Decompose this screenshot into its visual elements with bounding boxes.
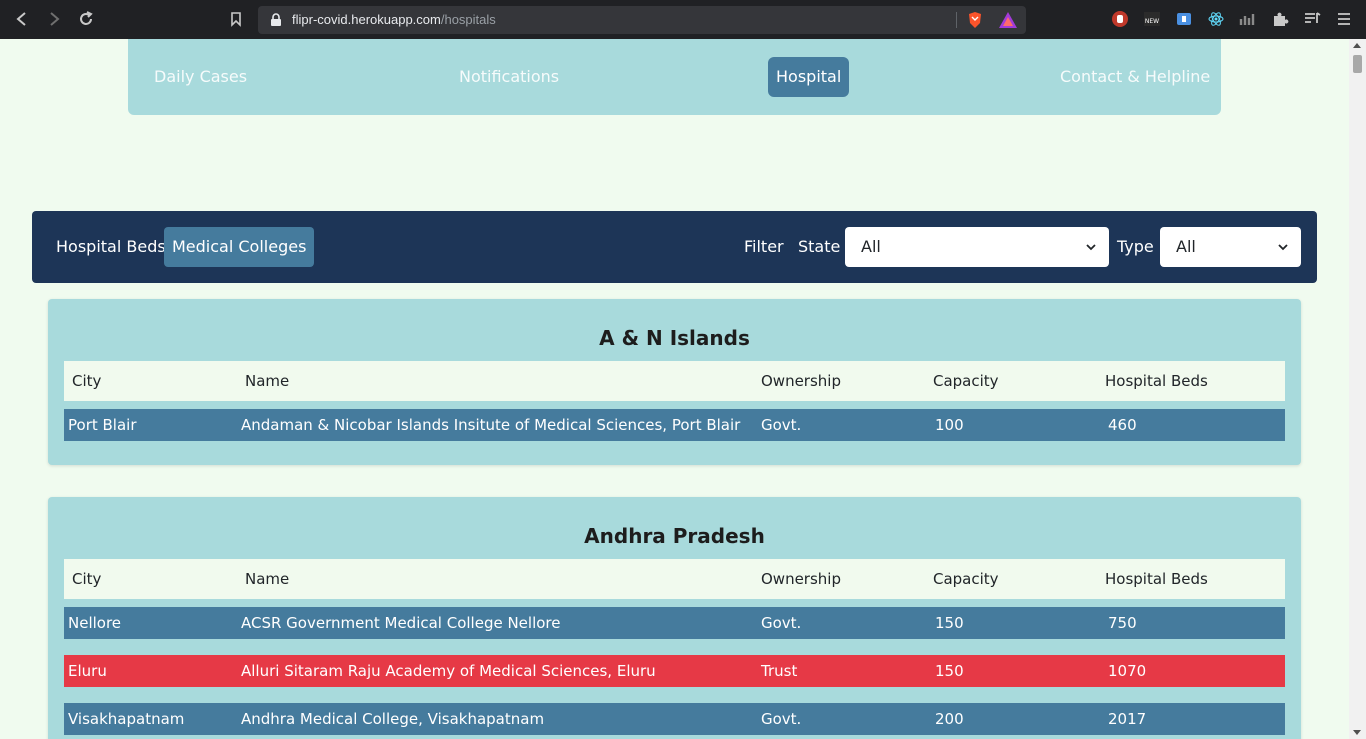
scroll-up-arrow-icon[interactable] — [1353, 43, 1361, 48]
header-beds: Hospital Beds — [1105, 372, 1208, 390]
url-separator — [956, 12, 957, 28]
cell-city: Port Blair — [68, 416, 137, 434]
extensions-puzzle-icon[interactable] — [1271, 10, 1289, 28]
bookmark-icon[interactable] — [225, 8, 247, 30]
cell-beds: 2017 — [1108, 710, 1147, 728]
cell-ownership: Govt. — [761, 614, 802, 632]
cell-capacity: 200 — [935, 710, 964, 728]
header-capacity: Capacity — [933, 570, 999, 588]
header-beds: Hospital Beds — [1105, 570, 1208, 588]
cell-name: Andhra Medical College, Visakhapatnam — [241, 710, 545, 728]
cell-beds: 750 — [1108, 614, 1137, 632]
toggle-hospital-beds[interactable]: Hospital Beds — [48, 227, 174, 267]
brave-rewards-icon[interactable] — [998, 11, 1018, 29]
header-city: City — [72, 372, 102, 390]
cell-ownership: Trust — [761, 662, 798, 680]
table-row: Port Blair Andaman & Nicobar Islands Ins… — [64, 409, 1285, 441]
cell-name: Alluri Sitaram Raju Academy of Medical S… — [241, 662, 656, 680]
cell-city: Visakhapatnam — [68, 710, 185, 728]
state-title: A & N Islands — [599, 326, 750, 350]
svg-text:NEW: NEW — [1145, 18, 1159, 25]
nav-daily-cases[interactable]: Daily Cases — [146, 57, 255, 97]
react-devtools-icon[interactable] — [1207, 10, 1225, 28]
cell-city: Nellore — [68, 614, 122, 632]
toggle-medical-colleges[interactable]: Medical Colleges — [164, 227, 315, 267]
scroll-thumb[interactable] — [1353, 55, 1362, 73]
address-bar[interactable]: flipr-covid.herokuapp.com/hospitals — [258, 6, 1026, 34]
state-select-value: All — [861, 237, 881, 256]
header-city: City — [72, 570, 102, 588]
url-text: flipr-covid.herokuapp.com/hospitals — [292, 6, 496, 34]
chevron-down-icon — [1086, 244, 1096, 251]
state-card: Andhra Pradesh City Name Ownership Capac… — [48, 497, 1301, 739]
nav-contact-helpline[interactable]: Contact & Helpline — [1052, 57, 1218, 97]
nav-notifications[interactable]: Notifications — [451, 57, 567, 97]
table-header-row: City Name Ownership Capacity Hospital Be… — [64, 361, 1285, 401]
type-label: Type — [1117, 237, 1154, 256]
url-host: flipr-covid.herokuapp.com — [292, 12, 441, 27]
lock-icon — [271, 13, 281, 26]
site-nav: Daily Cases Notifications Hospital Conta… — [128, 39, 1221, 115]
state-title: Andhra Pradesh — [584, 524, 765, 548]
ublock-extension-icon[interactable] — [1111, 10, 1129, 28]
chevron-down-icon — [1278, 244, 1288, 251]
cell-beds: 460 — [1108, 416, 1137, 434]
nav-hospital[interactable]: Hospital — [768, 57, 850, 97]
cell-beds: 1070 — [1108, 662, 1147, 680]
dictionary-extension-icon[interactable] — [1175, 10, 1193, 28]
cell-ownership: Govt. — [761, 710, 802, 728]
cell-capacity: 150 — [935, 662, 964, 680]
back-icon[interactable] — [11, 8, 33, 30]
cell-city: Eluru — [68, 662, 107, 680]
cell-ownership: Govt. — [761, 416, 802, 434]
new-extension-icon[interactable]: NEW — [1143, 10, 1161, 28]
header-ownership: Ownership — [761, 570, 841, 588]
header-name: Name — [245, 372, 290, 390]
cell-name: ACSR Government Medical College Nellore — [241, 614, 561, 632]
type-select[interactable]: All — [1160, 227, 1301, 267]
state-select[interactable]: All — [845, 227, 1109, 267]
url-path: /hospitals — [440, 12, 496, 27]
table-row: Eluru Alluri Sitaram Raju Academy of Med… — [64, 655, 1285, 687]
browser-toolbar: flipr-covid.herokuapp.com/hospitals NEW — [0, 0, 1366, 39]
scroll-down-arrow-icon[interactable] — [1353, 730, 1361, 735]
table-row: Visakhapatnam Andhra Medical College, Vi… — [64, 703, 1285, 735]
reload-icon[interactable] — [75, 8, 97, 30]
type-select-value: All — [1176, 237, 1196, 256]
brave-shields-icon[interactable] — [966, 11, 984, 29]
cell-name: Andaman & Nicobar Islands Insitute of Me… — [241, 416, 741, 434]
filter-bar: Hospital Beds Medical Colleges Filter St… — [32, 211, 1317, 283]
state-card: A & N Islands City Name Ownership Capaci… — [48, 299, 1301, 465]
header-name: Name — [245, 570, 290, 588]
filter-label: Filter — [744, 237, 784, 256]
forward-icon[interactable] — [43, 8, 65, 30]
page-scrollbar[interactable] — [1349, 39, 1366, 739]
table-row: Nellore ACSR Government Medical College … — [64, 607, 1285, 639]
table-header-row: City Name Ownership Capacity Hospital Be… — [64, 559, 1285, 599]
header-capacity: Capacity — [933, 372, 999, 390]
reading-list-icon[interactable] — [1303, 10, 1321, 28]
state-label: State — [798, 237, 841, 256]
cell-capacity: 100 — [935, 416, 964, 434]
cell-capacity: 150 — [935, 614, 964, 632]
stats-extension-icon[interactable] — [1239, 10, 1257, 28]
menu-icon[interactable] — [1335, 10, 1353, 28]
header-ownership: Ownership — [761, 372, 841, 390]
